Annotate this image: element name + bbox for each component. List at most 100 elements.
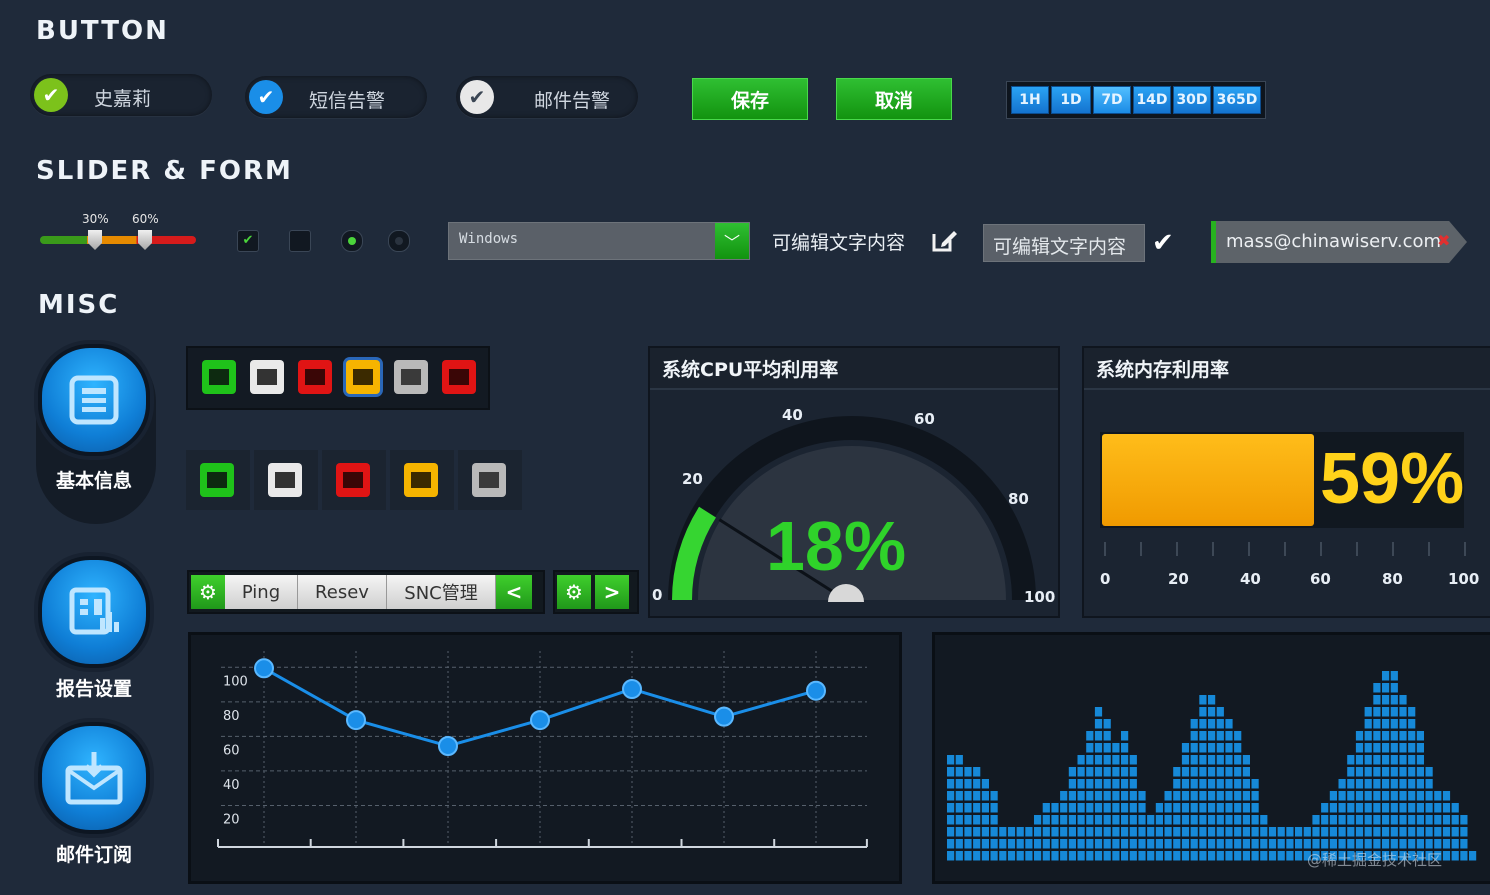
data-point[interactable] xyxy=(346,710,366,731)
cancel-button[interactable]: 取消 xyxy=(836,78,952,120)
checkbox-pill-mail-alert[interactable]: ✔ 邮件告警 xyxy=(456,76,638,118)
histogram-block xyxy=(1129,827,1137,837)
histogram-block xyxy=(1208,791,1216,801)
chevron-right-icon[interactable]: > xyxy=(595,575,629,609)
network-port-icon[interactable] xyxy=(404,463,438,497)
network-icon-row-framed xyxy=(186,346,490,410)
save-button[interactable]: 保存 xyxy=(692,78,808,120)
histogram-block xyxy=(1103,851,1111,861)
clear-icon[interactable]: ✖ xyxy=(1437,231,1450,250)
confirm-check-icon[interactable]: ✔ xyxy=(1152,228,1174,258)
radio-checked[interactable] xyxy=(341,230,363,252)
time-range-365d[interactable]: 365D xyxy=(1213,86,1261,114)
network-port-icon[interactable] xyxy=(298,360,332,394)
chevron-down-icon[interactable]: ﹀ xyxy=(715,223,749,259)
checkbox-pill-sms-alert[interactable]: ✔ 短信告警 xyxy=(245,76,427,118)
histogram-block xyxy=(1042,815,1050,825)
cpu-tick-20: 20 xyxy=(682,470,703,488)
histogram-block xyxy=(1164,827,1172,837)
histogram-block xyxy=(1442,839,1451,849)
histogram-block xyxy=(1442,791,1451,801)
histogram-block xyxy=(1225,719,1233,729)
histogram-block xyxy=(1355,767,1364,777)
histogram-block xyxy=(1329,791,1337,801)
email-tag-input[interactable]: mass@chinawiserv.com ✖ xyxy=(1211,221,1467,263)
histogram-block xyxy=(1408,815,1416,825)
checkbox-checked[interactable]: ✔ xyxy=(237,230,259,252)
nav-mail-subscribe-button[interactable] xyxy=(38,722,150,834)
histogram-block xyxy=(1068,851,1076,861)
histogram-block xyxy=(1199,851,1207,861)
histogram-block xyxy=(1451,839,1459,849)
data-point[interactable] xyxy=(438,736,458,756)
histogram-block xyxy=(1225,803,1233,813)
network-port-icon[interactable] xyxy=(202,360,236,394)
gear-icon[interactable]: ⚙ xyxy=(191,575,225,609)
checkbox-pill-contact[interactable]: ✔ 史嘉莉 xyxy=(30,74,212,116)
data-point[interactable] xyxy=(714,706,734,727)
slider-label-low: 30% xyxy=(82,212,109,226)
cpu-tick-0: 0 xyxy=(652,586,663,604)
histogram-block xyxy=(1329,839,1337,849)
slider-thumb-low[interactable] xyxy=(88,230,102,250)
histogram-block xyxy=(1364,791,1372,801)
edit-icon[interactable] xyxy=(930,226,958,258)
data-point[interactable] xyxy=(622,679,642,699)
histogram-block xyxy=(1355,827,1364,837)
network-port-disabled-icon[interactable] xyxy=(250,360,284,394)
range-slider[interactable]: 30% 60% xyxy=(40,210,200,250)
network-port-disabled-icon[interactable] xyxy=(268,463,302,497)
histogram-block xyxy=(1112,767,1120,777)
radio-unchecked[interactable] xyxy=(388,230,410,252)
histogram-block xyxy=(1225,851,1233,861)
time-range-1h[interactable]: 1H xyxy=(1011,86,1049,114)
nav-basic-info-button[interactable] xyxy=(38,344,150,456)
ping-button[interactable]: Ping xyxy=(225,575,298,609)
histogram-block xyxy=(1155,803,1163,813)
network-port-selected-icon[interactable] xyxy=(346,360,380,394)
histogram-block xyxy=(1242,791,1250,801)
time-range-1d[interactable]: 1D xyxy=(1051,86,1091,114)
data-point[interactable] xyxy=(530,710,550,731)
memory-tick-mark xyxy=(1392,542,1394,556)
memory-panel-title: 系统内存利用率 xyxy=(1084,348,1490,390)
os-select[interactable]: Windows ﹀ xyxy=(448,222,750,260)
histogram-block xyxy=(955,779,963,789)
histogram-block xyxy=(1025,839,1033,849)
time-range-7d[interactable]: 7D xyxy=(1093,86,1131,114)
time-range-30d[interactable]: 30D xyxy=(1173,86,1211,114)
histogram-block xyxy=(1190,719,1198,729)
histogram-block xyxy=(1138,851,1146,861)
y-tick-label: 20 xyxy=(223,812,240,827)
nav-report-settings-button[interactable] xyxy=(38,556,150,668)
network-port-icon[interactable] xyxy=(394,360,428,394)
histogram-block xyxy=(1190,755,1198,765)
slider-thumb-high[interactable] xyxy=(138,230,152,250)
network-port-icon[interactable] xyxy=(200,463,234,497)
histogram-block xyxy=(1355,731,1364,741)
histogram-block xyxy=(1068,839,1076,849)
resev-button[interactable]: Resev xyxy=(298,575,387,609)
time-range-14d[interactable]: 14D xyxy=(1133,86,1171,114)
histogram-block xyxy=(1355,803,1364,813)
data-point[interactable] xyxy=(806,680,826,701)
network-port-icon[interactable] xyxy=(442,360,476,394)
histogram-block xyxy=(1451,827,1459,837)
snc-manage-button[interactable]: SNC管理 xyxy=(387,575,496,609)
network-port-icon[interactable] xyxy=(472,463,506,497)
checkbox-unchecked[interactable] xyxy=(289,230,311,252)
histogram-block xyxy=(1129,839,1137,849)
editable-text-label[interactable]: 可编辑文字内容 xyxy=(772,228,905,255)
histogram-block xyxy=(1164,791,1172,801)
histogram-block xyxy=(1416,743,1424,753)
gear-icon[interactable]: ⚙ xyxy=(557,575,591,609)
report-icon xyxy=(69,587,119,635)
chevron-left-icon[interactable]: < xyxy=(496,575,532,609)
editable-text-input[interactable]: 可编辑文字内容 xyxy=(983,224,1145,262)
histogram-block xyxy=(1382,815,1390,825)
watermark: @稀土掘金技术社区 xyxy=(1307,851,1443,869)
data-point[interactable] xyxy=(254,658,274,679)
network-port-icon[interactable] xyxy=(336,463,370,497)
histogram-block xyxy=(1164,803,1172,813)
histogram-block xyxy=(1112,815,1120,825)
